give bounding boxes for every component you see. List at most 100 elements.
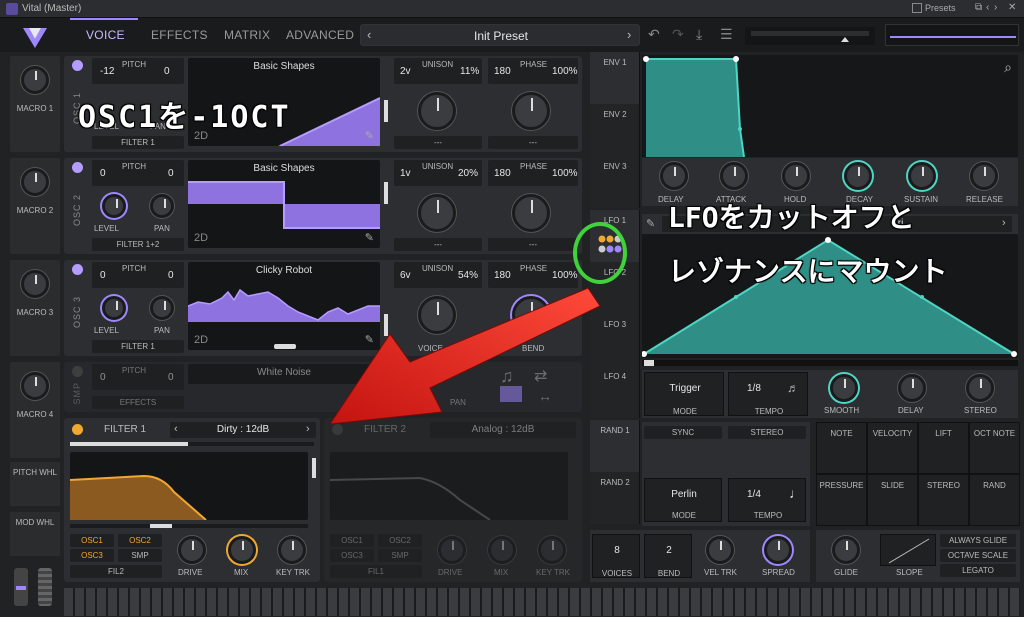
filter-1-src-fil[interactable]: FIL2	[70, 565, 162, 578]
osc-2-phase-knob[interactable]	[512, 194, 550, 232]
sample-pitch[interactable]: 0 PITCH 0	[92, 364, 184, 390]
filter-2-src-osc3[interactable]: OSC3	[330, 549, 374, 562]
osc-2-unison[interactable]: 1v UNISON 20%	[394, 160, 482, 186]
osc-1-frame-slider[interactable]	[384, 100, 388, 122]
macro-4-knob[interactable]	[21, 372, 49, 400]
pitch-wheel[interactable]	[14, 568, 28, 606]
filter-1-model[interactable]: ‹ Dirty : 12dB ›	[170, 422, 316, 438]
zoom-search-icon[interactable]: ⌕	[1004, 59, 1012, 76]
osc-3-filter-route[interactable]: FILTER 1	[92, 340, 184, 353]
note-icon[interactable]: ♩	[789, 485, 803, 501]
redo-icon[interactable]: ↷	[672, 26, 684, 43]
osc-1-pitch[interactable]: -12 PITCH 0	[92, 58, 184, 84]
filter-1-response[interactable]	[70, 452, 308, 520]
rand-2-tab[interactable]: RAND 2	[590, 472, 640, 524]
osc-2-toggle[interactable]	[72, 162, 83, 173]
osc-3-pan-knob[interactable]	[150, 296, 174, 320]
pitch-bend-range[interactable]: 2 BEND	[644, 534, 692, 578]
env-delay-knob[interactable]	[660, 162, 688, 190]
osc-3-position-handle[interactable]	[274, 344, 296, 349]
next-preset-arrow[interactable]: ›	[627, 27, 631, 42]
filter-1-toggle[interactable]	[72, 424, 83, 435]
lfo-tempo[interactable]: 1/8 ♬ TEMPO	[728, 372, 808, 416]
filter-1-drive-knob[interactable]	[178, 536, 206, 564]
presets-button[interactable]: Presets	[925, 3, 956, 13]
filter-2-src-smp[interactable]: SMP	[378, 549, 422, 562]
undo-icon[interactable]: ↶	[648, 26, 660, 43]
edit-pencil-icon[interactable]: ✎	[365, 231, 374, 244]
lfo-mode[interactable]: Trigger MODE	[644, 372, 724, 416]
osc-2-filter-route[interactable]: FILTER 1+2	[92, 238, 184, 251]
spread-knob[interactable]	[764, 536, 792, 564]
macro-2-knob[interactable]	[21, 168, 49, 196]
env-release-knob[interactable]	[970, 162, 998, 190]
piano-keyboard[interactable]	[64, 588, 1020, 616]
filter-1-src-smp[interactable]: SMP	[118, 549, 162, 562]
osc-2-pan-knob[interactable]	[150, 194, 174, 218]
menu-icon[interactable]: ☰	[720, 26, 733, 43]
osc-1-phase[interactable]: 180 PHASE 100%	[488, 58, 578, 84]
preset-selector[interactable]: ‹ Init Preset ›	[360, 24, 640, 46]
vel-track-knob[interactable]	[706, 536, 734, 564]
filter-2-mix-knob[interactable]	[488, 536, 516, 564]
env-hold-knob[interactable]	[782, 162, 810, 190]
filter-1-resonance-slider[interactable]	[312, 458, 316, 478]
filter-2-src-osc2[interactable]: OSC2	[378, 534, 422, 547]
triplet-note-icon[interactable]: ♬	[787, 381, 799, 395]
always-glide-toggle[interactable]: ALWAYS GLIDE	[940, 534, 1016, 547]
lfo-smooth-knob[interactable]	[830, 374, 858, 402]
rand-tempo[interactable]: 1/4 ♩ TEMPO	[728, 478, 806, 522]
edit-pencil-icon[interactable]: ✎	[365, 129, 374, 142]
macro-3-knob[interactable]	[21, 270, 49, 298]
osc-3-toggle[interactable]	[72, 264, 83, 275]
mod-wheel[interactable]	[38, 568, 52, 606]
lfo-delay-knob[interactable]	[898, 374, 926, 402]
tab-advanced[interactable]: ADVANCED	[286, 28, 354, 42]
env-2-tab[interactable]: ENV 2	[590, 104, 640, 156]
next-preset-icon[interactable]: ›	[994, 2, 997, 13]
osc-3-level-knob[interactable]	[102, 296, 126, 320]
osc-2-frame-slider[interactable]	[384, 182, 388, 204]
osc-2-pitch[interactable]: 0 PITCH 0	[92, 160, 184, 186]
osc-1-toggle[interactable]	[72, 60, 83, 71]
pitch-wheel-button[interactable]: PITCH WHL	[10, 462, 60, 506]
osc-1-dest-2[interactable]: ---	[488, 136, 578, 149]
mod-wheel-button[interactable]: MOD WHL	[10, 512, 60, 556]
mod-source-velocity[interactable]: VELOCITY	[867, 422, 918, 474]
prev-preset-icon[interactable]: ‹	[986, 2, 989, 13]
save-icon[interactable]: ⧉	[975, 2, 982, 13]
filter-1-src-osc3[interactable]: OSC3	[70, 549, 114, 562]
mod-source-lift[interactable]: LIFT	[918, 422, 969, 474]
voices-count[interactable]: 8 VOICES	[592, 534, 640, 578]
osc-2-dest-2[interactable]: ---	[488, 238, 578, 251]
slope-graph[interactable]	[880, 534, 936, 566]
env-1-tab[interactable]: ENV 1	[590, 52, 640, 104]
osc-1-dest-1[interactable]: ---	[394, 136, 482, 149]
filter-1-src-osc2[interactable]: OSC2	[118, 534, 162, 547]
envelope-graph[interactable]: ⌕	[642, 55, 1018, 157]
filter-2-drive-knob[interactable]	[438, 536, 466, 564]
filter-1-keytrack-knob[interactable]	[278, 536, 306, 564]
env-sustain-knob[interactable]	[908, 162, 936, 190]
osc-2-phase[interactable]: 180 PHASE 100%	[488, 160, 578, 186]
mod-source-rand[interactable]: RAND	[969, 474, 1020, 526]
filter-1-cutoff-slider[interactable]	[70, 524, 308, 528]
mod-source-note[interactable]: NOTE	[816, 422, 867, 474]
mod-source-slide[interactable]: SLIDE	[867, 474, 918, 526]
rand-sync-button[interactable]: SYNC	[644, 426, 722, 439]
lfo-scroll[interactable]	[642, 360, 1018, 366]
tab-voice[interactable]: VOICE	[86, 28, 125, 42]
tab-matrix[interactable]: MATRIX	[224, 28, 270, 42]
osc-2-wavetable[interactable]: Basic Shapes 2D ✎	[188, 160, 380, 248]
rand-stereo-button[interactable]: STEREO	[728, 426, 806, 439]
export-icon[interactable]: ⤓	[696, 26, 702, 43]
filter-1-src-osc1[interactable]: OSC1	[70, 534, 114, 547]
osc-2-unison-detune-knob[interactable]	[418, 194, 456, 232]
rand-mode[interactable]: Perlin MODE	[644, 478, 722, 522]
grid-icon[interactable]	[912, 3, 922, 13]
mod-source-stereo[interactable]: STEREO	[918, 474, 969, 526]
mod-source-pressure[interactable]: PRESSURE	[816, 474, 867, 526]
mod-source-oct-note[interactable]: OCT NOTE	[969, 422, 1020, 474]
osc-2-level-knob[interactable]	[102, 194, 126, 218]
osc-1-unison[interactable]: 2v UNISON 11%	[394, 58, 482, 84]
